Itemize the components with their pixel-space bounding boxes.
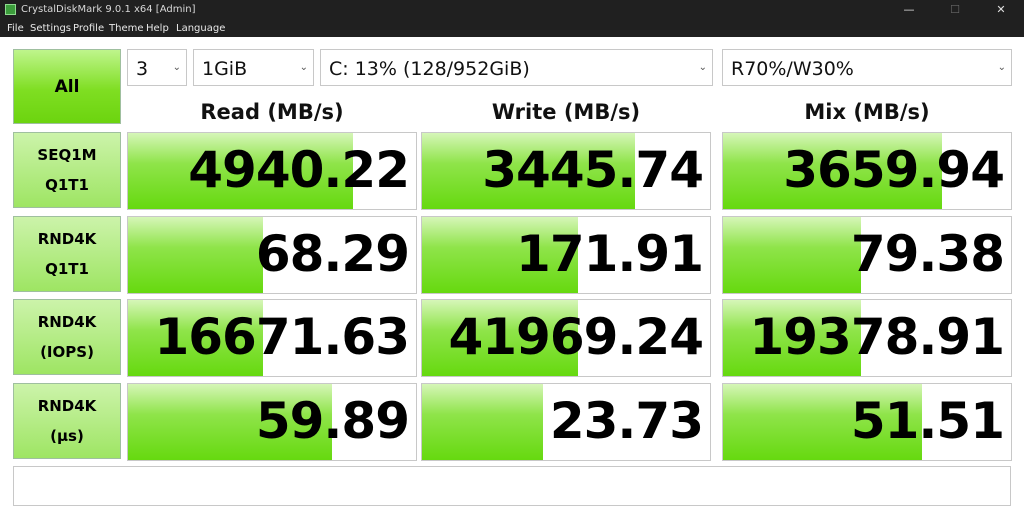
result-value: 3445.74	[482, 141, 704, 199]
menu-language[interactable]: Language	[176, 23, 225, 34]
mix-ratio-select[interactable]: R70%/W30% ⌄	[722, 49, 1012, 86]
result-value: 23.73	[549, 392, 704, 450]
result-value: 171.91	[516, 225, 704, 283]
read-result: 59.89	[127, 383, 417, 461]
row-label-line2: (μs)	[50, 427, 84, 445]
menu-theme[interactable]: Theme	[109, 23, 144, 34]
drive-select[interactable]: C: 13% (128/952GiB) ⌄	[320, 49, 713, 86]
row-label-line2: Q1T1	[45, 176, 89, 194]
mix-header: Mix (MB/s)	[804, 100, 930, 124]
write-result: 3445.74	[421, 132, 711, 210]
all-button[interactable]: All	[13, 49, 121, 124]
row-label-line1: SEQ1M	[37, 146, 97, 164]
result-value: 68.29	[255, 225, 410, 283]
result-value: 79.38	[850, 225, 1005, 283]
title-bar: CrystalDiskMark 9.0.1 x64 [Admin] — ☐ ✕	[0, 0, 1024, 20]
write-result: 171.91	[421, 216, 711, 294]
row-label-line1: RND4K	[37, 397, 97, 415]
write-header: Write (MB/s)	[491, 100, 641, 124]
test-button-rnd4k-q1t1[interactable]: RND4K Q1T1	[13, 216, 121, 292]
chevron-down-icon: ⌄	[997, 62, 1006, 73]
result-bar	[128, 217, 264, 293]
row-label-line1: RND4K	[37, 230, 97, 248]
write-result: 41969.24	[421, 299, 711, 377]
test-size-value: 1GiB	[202, 58, 248, 80]
mix-result: 79.38	[722, 216, 1012, 294]
result-value: 51.51	[850, 392, 1005, 450]
menu-settings[interactable]: Settings	[30, 23, 71, 34]
result-value: 59.89	[255, 392, 410, 450]
minimize-button[interactable]: —	[886, 0, 932, 20]
result-value: 19378.91	[749, 308, 1005, 366]
test-size-select[interactable]: 1GiB ⌄	[193, 49, 314, 86]
result-value: 16671.63	[154, 308, 410, 366]
result-bar	[422, 384, 543, 460]
read-result: 4940.22	[127, 132, 417, 210]
chevron-down-icon: ⌄	[698, 62, 707, 73]
result-value: 4940.22	[188, 141, 410, 199]
test-button-seq1m-q1t1[interactable]: SEQ1M Q1T1	[13, 132, 121, 208]
read-result: 68.29	[127, 216, 417, 294]
comment-field[interactable]	[13, 466, 1011, 506]
result-bar	[723, 217, 862, 293]
maximize-button[interactable]: ☐	[932, 0, 978, 20]
drive-value: C: 13% (128/952GiB)	[329, 58, 530, 80]
write-result: 23.73	[421, 383, 711, 461]
menu-bar: File Settings Profile Theme Help Languag…	[0, 20, 1024, 37]
row-label-line2: Q1T1	[45, 260, 89, 278]
result-value: 41969.24	[448, 308, 704, 366]
row-label-line2: (IOPS)	[40, 343, 94, 361]
chevron-down-icon: ⌄	[172, 62, 181, 73]
result-value: 3659.94	[783, 141, 1005, 199]
row-label-line1: RND4K	[37, 313, 97, 331]
mix-result: 3659.94	[722, 132, 1012, 210]
test-button-rnd4k-latency[interactable]: RND4K (μs)	[13, 383, 121, 459]
app-icon	[5, 4, 16, 15]
menu-help[interactable]: Help	[146, 23, 169, 34]
mix-result: 19378.91	[722, 299, 1012, 377]
test-count-value: 3	[136, 58, 149, 80]
menu-profile[interactable]: Profile	[73, 23, 104, 34]
read-header: Read (MB/s)	[200, 100, 344, 124]
window-title: CrystalDiskMark 9.0.1 x64 [Admin]	[21, 4, 196, 15]
chevron-down-icon: ⌄	[299, 62, 308, 73]
test-button-rnd4k-iops[interactable]: RND4K (IOPS)	[13, 299, 121, 375]
mix-result: 51.51	[722, 383, 1012, 461]
read-result: 16671.63	[127, 299, 417, 377]
mix-ratio-value: R70%/W30%	[731, 58, 854, 80]
test-count-select[interactable]: 3 ⌄	[127, 49, 187, 86]
close-button[interactable]: ✕	[978, 0, 1024, 20]
menu-file[interactable]: File	[7, 23, 24, 34]
